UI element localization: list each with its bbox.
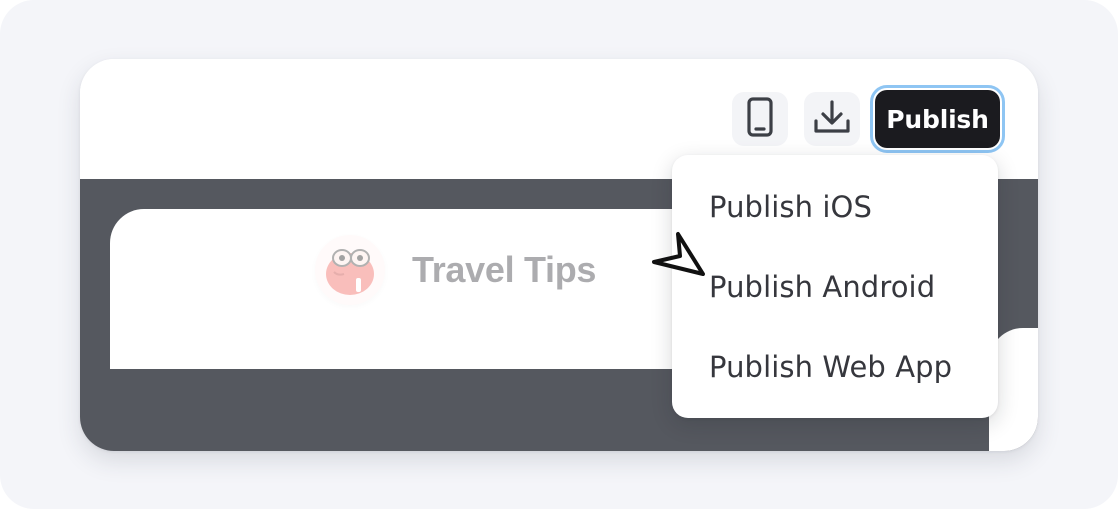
download-icon — [813, 99, 851, 140]
preview-header: Travel Tips — [315, 235, 596, 305]
download-button[interactable] — [804, 92, 860, 146]
menu-item-publish-ios[interactable]: Publish iOS — [672, 167, 998, 247]
mascot-with-glasses-icon — [320, 238, 380, 303]
menu-item-publish-web-app[interactable]: Publish Web App — [672, 327, 998, 407]
publish-button[interactable]: Publish — [875, 90, 1000, 148]
publish-button-focus-ring: Publish — [870, 85, 1005, 153]
mobile-preview-button[interactable] — [732, 92, 788, 146]
menu-item-publish-android[interactable]: Publish Android — [672, 247, 998, 327]
preview-title: Travel Tips — [412, 249, 597, 290]
pointer-cursor-icon — [648, 226, 708, 278]
publish-dropdown-menu: Publish iOS Publish Android Publish Web … — [672, 155, 998, 418]
mobile-phone-icon — [746, 96, 774, 142]
app-logo — [315, 235, 385, 305]
